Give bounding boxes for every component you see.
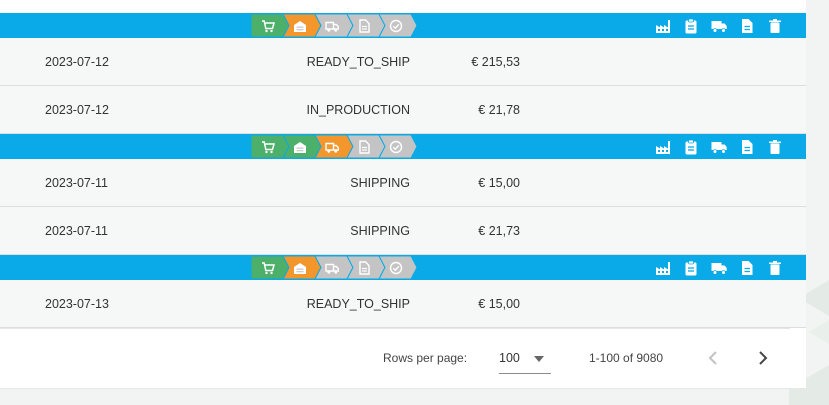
workflow-step-cart bbox=[251, 135, 289, 158]
workflow-step-warehouse bbox=[283, 256, 321, 279]
clipboard-action-icon[interactable] bbox=[683, 18, 699, 34]
clipboard-action-icon[interactable] bbox=[683, 139, 699, 155]
check-circle-icon bbox=[389, 140, 403, 154]
workflow-step-check-circle bbox=[379, 135, 417, 158]
table-row[interactable]: 2023-07-13 READY_TO_SHIP € 15,00 bbox=[0, 280, 806, 328]
check-circle-icon bbox=[389, 261, 403, 275]
table-row[interactable]: 2023-07-11 SHIPPING € 21,73 bbox=[0, 207, 806, 255]
workflow-step-cart bbox=[251, 256, 289, 279]
truck-action-icon[interactable] bbox=[711, 139, 727, 155]
document-action-icon[interactable] bbox=[739, 260, 755, 276]
trash-action-icon[interactable] bbox=[767, 139, 783, 155]
document-action-icon[interactable] bbox=[739, 18, 755, 34]
trash-action-icon[interactable] bbox=[767, 18, 783, 34]
workflow-step-document bbox=[347, 256, 385, 279]
workflow-step-warehouse bbox=[283, 14, 321, 37]
workflow-step-document bbox=[347, 14, 385, 37]
workflow-step-warehouse bbox=[283, 135, 321, 158]
warehouse-icon bbox=[294, 263, 306, 274]
cart-icon bbox=[262, 141, 275, 154]
factory-action-icon[interactable] bbox=[655, 18, 671, 34]
order-price: € 15,00 bbox=[478, 176, 520, 190]
order-status: READY_TO_SHIP bbox=[306, 55, 410, 69]
factory-action-icon[interactable] bbox=[655, 139, 671, 155]
order-status: SHIPPING bbox=[350, 224, 410, 238]
workflow-step-check-circle bbox=[379, 256, 417, 279]
order-status: SHIPPING bbox=[350, 176, 410, 190]
rows-per-page-select[interactable]: 100 bbox=[499, 343, 551, 374]
order-status: IN_PRODUCTION bbox=[306, 103, 410, 117]
order-price: € 21,78 bbox=[478, 103, 520, 117]
order-price: € 15,00 bbox=[478, 297, 520, 311]
truck-action-icon[interactable] bbox=[711, 18, 727, 34]
chevron-right-icon[interactable] bbox=[755, 349, 771, 367]
pagination-range: 1-100 of 9080 bbox=[589, 351, 664, 365]
order-date: 2023-07-12 bbox=[45, 55, 109, 69]
order-date: 2023-07-13 bbox=[45, 297, 109, 311]
caret-down-icon bbox=[534, 356, 544, 362]
workflow-step-truck bbox=[315, 256, 353, 279]
table-row[interactable]: 2023-07-11 SHIPPING € 15,00 bbox=[0, 159, 806, 207]
order-group-header bbox=[0, 255, 806, 280]
order-date: 2023-07-11 bbox=[45, 176, 109, 190]
truck-icon bbox=[325, 142, 339, 153]
check-circle-icon bbox=[389, 19, 403, 33]
rows-per-page-label: Rows per page: bbox=[383, 351, 468, 365]
table-row[interactable]: 2023-07-12 READY_TO_SHIP € 215,53 bbox=[0, 38, 806, 86]
order-group-header bbox=[0, 134, 806, 159]
workflow-step-document bbox=[347, 135, 385, 158]
workflow-step-cart bbox=[251, 14, 289, 37]
order-date: 2023-07-11 bbox=[45, 224, 109, 238]
document-action-icon[interactable] bbox=[739, 139, 755, 155]
clipboard-action-icon[interactable] bbox=[683, 260, 699, 276]
orders-table: 2023-07-12 READY_TO_SHIP € 215,53 2023-0… bbox=[0, 0, 806, 389]
order-group-header bbox=[0, 13, 806, 38]
cart-icon bbox=[262, 20, 275, 33]
document-icon bbox=[359, 261, 370, 275]
trash-action-icon[interactable] bbox=[767, 260, 783, 276]
document-icon bbox=[359, 140, 370, 154]
warehouse-icon bbox=[294, 21, 306, 32]
order-date: 2023-07-12 bbox=[45, 103, 109, 117]
truck-icon bbox=[325, 263, 339, 274]
order-price: € 215,53 bbox=[471, 55, 520, 69]
warehouse-icon bbox=[294, 142, 306, 153]
order-price: € 21,73 bbox=[478, 224, 520, 238]
truck-action-icon[interactable] bbox=[711, 260, 727, 276]
truck-icon bbox=[325, 21, 339, 32]
chevron-left-icon[interactable] bbox=[705, 349, 721, 367]
table-row[interactable]: 2023-07-12 IN_PRODUCTION € 21,78 bbox=[0, 86, 806, 134]
order-status: READY_TO_SHIP bbox=[306, 297, 410, 311]
workflow-step-truck bbox=[315, 14, 353, 37]
document-icon bbox=[359, 19, 370, 33]
table-pagination: Rows per page: 100 1-100 of 9080 bbox=[0, 328, 790, 389]
workflow-step-truck bbox=[315, 135, 353, 158]
rows-per-page-value: 100 bbox=[499, 351, 520, 365]
factory-action-icon[interactable] bbox=[655, 260, 671, 276]
cart-icon bbox=[262, 262, 275, 275]
workflow-step-check-circle bbox=[379, 14, 417, 37]
